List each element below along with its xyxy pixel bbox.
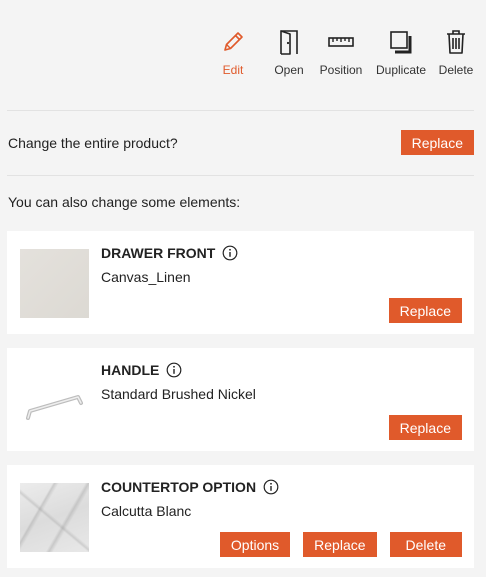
handle-image bbox=[26, 395, 83, 420]
delete-tool[interactable]: Delete bbox=[438, 28, 474, 77]
change-product-row: Change the entire product? Replace bbox=[8, 130, 474, 155]
element-actions: Replace bbox=[388, 415, 462, 440]
element-value: Standard Brushed Nickel bbox=[101, 386, 256, 402]
position-tool[interactable]: Position bbox=[318, 28, 364, 77]
element-actions: Replace bbox=[388, 298, 462, 323]
open-label: Open bbox=[274, 63, 304, 77]
element-title: DRAWER FRONT bbox=[101, 245, 238, 261]
duplicate-tool[interactable]: Duplicate bbox=[374, 28, 428, 77]
element-value: Calcutta Blanc bbox=[101, 503, 192, 519]
edit-tool[interactable]: Edit bbox=[218, 28, 248, 77]
duplicate-icon bbox=[390, 31, 412, 54]
trash-icon bbox=[447, 30, 465, 54]
element-card-handle: HANDLE Standard Brushed Nickel Replace bbox=[7, 348, 474, 451]
open-tool[interactable]: Open bbox=[274, 28, 304, 77]
element-card-countertop: COUNTERTOP OPTION Calcutta Blanc Options… bbox=[7, 465, 474, 568]
edit-label: Edit bbox=[222, 63, 244, 77]
element-title: COUNTERTOP OPTION bbox=[101, 479, 279, 495]
pencil-icon bbox=[224, 32, 243, 51]
divider bbox=[7, 110, 474, 111]
replace-product-button[interactable]: Replace bbox=[400, 130, 474, 155]
replace-countertop-button[interactable]: Replace bbox=[303, 532, 377, 557]
element-title: HANDLE bbox=[101, 362, 182, 378]
element-card-drawer-front: DRAWER FRONT Canvas_Linen Replace bbox=[7, 231, 474, 334]
ruler-icon bbox=[328, 37, 354, 47]
action-toolbar: Edit Open Position Duplicate Delete bbox=[218, 28, 474, 77]
replace-drawer-front-button[interactable]: Replace bbox=[388, 298, 462, 323]
duplicate-label: Duplicate bbox=[375, 63, 427, 77]
options-countertop-button[interactable]: Options bbox=[219, 532, 291, 557]
replace-handle-button[interactable]: Replace bbox=[388, 415, 462, 440]
elements-intro-text: You can also change some elements: bbox=[8, 194, 241, 210]
element-actions: Options Replace Delete bbox=[219, 532, 462, 557]
element-title-text: COUNTERTOP OPTION bbox=[101, 479, 257, 495]
door-icon bbox=[280, 30, 298, 55]
delete-countertop-button[interactable]: Delete bbox=[389, 532, 462, 557]
element-title-text: DRAWER FRONT bbox=[101, 245, 216, 261]
info-icon[interactable] bbox=[222, 245, 238, 261]
element-value: Canvas_Linen bbox=[101, 269, 191, 285]
marble-swatch-thumbnail bbox=[20, 483, 89, 552]
handle-thumbnail bbox=[20, 366, 89, 435]
change-product-text: Change the entire product? bbox=[8, 134, 178, 151]
delete-label: Delete bbox=[438, 63, 474, 77]
linen-swatch-thumbnail bbox=[20, 249, 89, 318]
info-icon[interactable] bbox=[166, 362, 182, 378]
info-icon[interactable] bbox=[263, 479, 279, 495]
position-label: Position bbox=[319, 63, 363, 77]
divider bbox=[7, 175, 474, 176]
element-title-text: HANDLE bbox=[101, 362, 160, 378]
